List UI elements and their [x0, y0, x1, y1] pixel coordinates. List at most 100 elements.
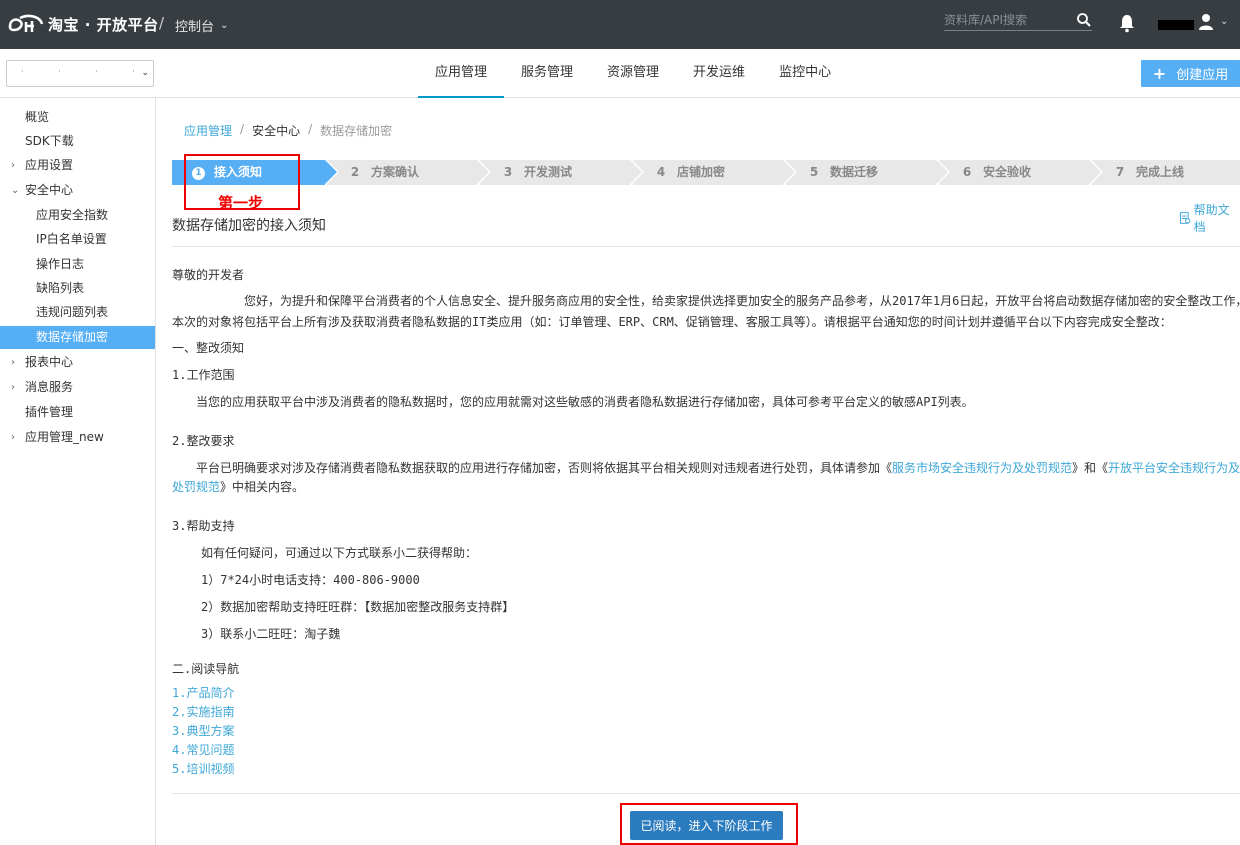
- support-item-group: 2）数据加密帮助支持旺旺群：【数据加密整改服务支持群】: [201, 600, 515, 614]
- divider: [172, 246, 1240, 247]
- sidebar-item-report-center[interactable]: › 报表中心: [0, 351, 155, 374]
- chevron-down-icon: ⌄: [11, 185, 20, 196]
- tab-dev-ops[interactable]: 开发运维: [676, 49, 762, 98]
- step-number: 4: [656, 165, 666, 179]
- top-bar: 淘宝 · 开放平台 / 控制台 ⌄ ⌄: [0, 0, 1240, 49]
- step-4: 4 店铺加密: [633, 160, 797, 185]
- requirement-text-a: 平台已明确要求对涉及存储消费者隐私数据获取的应用进行存储加密，否则将依据其平台相…: [196, 461, 893, 475]
- help-doc-link[interactable]: 帮助文档: [1179, 201, 1240, 235]
- step-2: 2 方案确认: [327, 160, 491, 185]
- sidebar-item-security-center[interactable]: ⌄ 安全中心: [0, 179, 155, 202]
- create-app-label: 创建应用: [1176, 68, 1229, 83]
- brand-name: 淘宝 · 开放平台: [48, 15, 159, 34]
- step-label: 开发测试: [524, 165, 573, 179]
- app-select[interactable]: · · · · ⌄: [6, 60, 154, 87]
- open-platform-rules-link-part2[interactable]: 处罚规范: [172, 480, 220, 494]
- nav-bar: · · · · ⌄ 应用管理 服务管理 资源管理 开发运维 监控中心 + 创建应…: [0, 49, 1240, 98]
- open-platform-rules-link-part1[interactable]: 开放平台安全违规行为及: [1108, 461, 1240, 475]
- step-number: 7: [1115, 165, 1125, 179]
- sidebar-item-overview[interactable]: 概览: [0, 106, 155, 129]
- support-item-contact: 3）联系小二旺旺：淘子魏: [201, 627, 341, 641]
- scope-body: 当您的应用获取平台中涉及消费者的隐私数据时，您的应用就需对这些敏感的消费者隐私数…: [196, 395, 974, 409]
- tab-resource-management[interactable]: 资源管理: [590, 49, 676, 98]
- tab-service-management[interactable]: 服务管理: [504, 49, 590, 98]
- breadcrumb-app-management[interactable]: 应用管理: [184, 122, 232, 139]
- step-7: 7 完成上线: [1092, 160, 1240, 185]
- sidebar-item-operation-log[interactable]: 操作日志: [0, 253, 155, 276]
- nav-link-faq[interactable]: 4.常见问题: [172, 741, 234, 758]
- nav-link-product-intro[interactable]: 1.产品简介: [172, 684, 234, 701]
- annotation-box-next-button: [620, 803, 798, 845]
- intro-line-1: 您好，为提升和保障平台消费者的个人信息安全、提升服务商应用的安全性，给卖家提供选…: [244, 294, 1240, 308]
- username-redacted: [1158, 20, 1194, 30]
- step-number: 5: [809, 165, 819, 179]
- tab-app-management[interactable]: 应用管理: [418, 49, 505, 98]
- breadcrumb: 应用管理 / 安全中心 / 数据存储加密: [184, 122, 400, 139]
- requirement-body-line2: 处罚规范》中相关内容。: [172, 478, 304, 495]
- nav-link-training-video[interactable]: 5.培训视频: [172, 760, 234, 777]
- sidebar-item-message-service[interactable]: › 消息服务: [0, 376, 155, 399]
- sidebar-item-label: 应用设置: [25, 158, 74, 172]
- search-input[interactable]: [944, 11, 1069, 29]
- step-label: 完成上线: [1136, 165, 1185, 179]
- sidebar-item-app-settings[interactable]: › 应用设置: [0, 154, 155, 177]
- support-item-phone: 1）7*24小时电话支持：400-806-9000: [201, 573, 420, 587]
- sidebar-item-data-storage-encryption[interactable]: 数据存储加密: [0, 326, 155, 349]
- breadcrumb-security-center[interactable]: 安全中心: [252, 122, 300, 139]
- intro-line-2: 本次的对象将包括平台上所有涉及获取消费者隐私数据的IT类应用（如：订单管理、ER…: [172, 315, 1172, 329]
- user-icon[interactable]: [1198, 13, 1214, 31]
- chevron-down-icon: ⌄: [220, 20, 229, 31]
- sidebar-item-app-security-index[interactable]: 应用安全指数: [0, 204, 155, 227]
- step-number: 2: [350, 165, 360, 179]
- greeting: 尊敬的开发者: [172, 268, 245, 282]
- sidebar-item-label: 消息服务: [25, 380, 74, 394]
- help-doc-label: 帮助文档: [1193, 203, 1230, 234]
- tab-monitoring[interactable]: 监控中心: [762, 49, 848, 98]
- chevron-right-icon: ›: [11, 432, 15, 443]
- step-3: 3 开发测试: [480, 160, 644, 185]
- taobao-open-platform-logo[interactable]: 淘宝 · 开放平台: [6, 12, 159, 36]
- search-box: [944, 11, 1092, 31]
- main-nav-tabs: 应用管理 服务管理 资源管理 开发运维 监控中心: [418, 49, 848, 98]
- sidebar-item-label: 应用管理_new: [25, 430, 104, 444]
- sidebar-item-label: 安全中心: [25, 183, 74, 197]
- brand-separator: /: [159, 14, 165, 32]
- requirement-text-b: 》和《: [1072, 461, 1109, 475]
- scope-title: 1.工作范围: [172, 368, 235, 382]
- step-5: 5 数据迁移: [786, 160, 950, 185]
- chevron-right-icon: ›: [11, 160, 15, 171]
- step-number: 6: [962, 165, 972, 179]
- requirement-text-c: 》中相关内容。: [220, 480, 305, 494]
- chevron-right-icon: ›: [11, 382, 15, 393]
- console-label: 控制台: [175, 20, 215, 35]
- chevron-down-icon: ⌄: [141, 68, 149, 78]
- sidebar-item-app-management-new[interactable]: › 应用管理_new: [0, 426, 155, 449]
- sidebar-item-ip-whitelist[interactable]: IP白名单设置: [0, 228, 155, 251]
- sidebar-item-label: 报表中心: [25, 355, 74, 369]
- service-market-rules-link[interactable]: 服务市场安全违规行为及处罚规范: [892, 461, 1072, 475]
- sidebar-item-violation-list[interactable]: 违规问题列表: [0, 301, 155, 324]
- step-label: 安全验收: [983, 165, 1032, 179]
- sidebar-item-defect-list[interactable]: 缺陷列表: [0, 277, 155, 300]
- support-intro: 如有任何疑问，可通过以下方式联系小二获得帮助：: [201, 546, 478, 560]
- create-app-button[interactable]: + 创建应用: [1141, 60, 1240, 87]
- sidebar-item-sdk-download[interactable]: SDK下载: [0, 130, 155, 153]
- plus-icon: +: [1152, 64, 1167, 83]
- console-dropdown[interactable]: 控制台 ⌄: [175, 16, 228, 35]
- nav-link-implementation-guide[interactable]: 2.实施指南: [172, 703, 234, 720]
- section-2-heading: 二.阅读导航: [172, 662, 240, 676]
- step-number: 3: [503, 165, 513, 179]
- user-chevron-down-icon[interactable]: ⌄: [1220, 16, 1228, 27]
- nav-link-typical-solutions[interactable]: 3.典型方案: [172, 722, 234, 739]
- requirement-body: 平台已明确要求对涉及存储消费者隐私数据获取的应用进行存储加密，否则将依据其平台相…: [196, 459, 1240, 476]
- sidebar-item-plugin-management[interactable]: 插件管理: [0, 401, 155, 424]
- logo-icon: [8, 14, 44, 32]
- step-label: 店铺加密: [677, 165, 726, 179]
- bell-icon[interactable]: [1118, 13, 1136, 33]
- breadcrumb-current: 数据存储加密: [320, 124, 393, 138]
- section-1-heading: 一、整改须知: [172, 341, 245, 355]
- divider: [172, 793, 1240, 794]
- document-icon: [1179, 212, 1191, 224]
- search-icon[interactable]: [1076, 12, 1092, 28]
- breadcrumb-separator: /: [308, 122, 313, 136]
